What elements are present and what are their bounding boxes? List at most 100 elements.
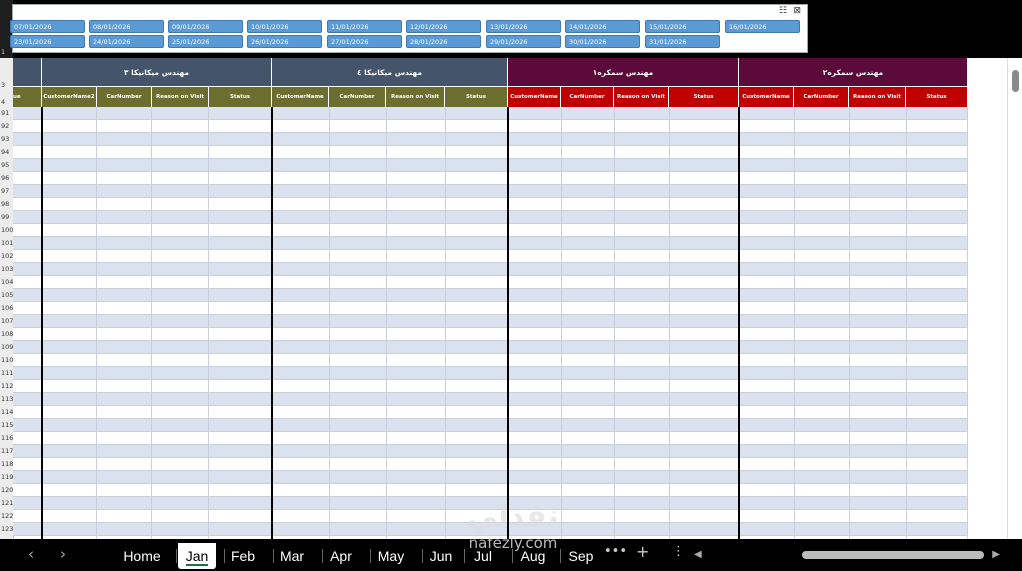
table-row[interactable] bbox=[13, 471, 968, 484]
date-filter-button[interactable]: 15/01/2026 bbox=[645, 20, 720, 33]
date-filter-button[interactable]: 26/01/2026 bbox=[247, 35, 322, 48]
table-row[interactable] bbox=[13, 159, 968, 172]
column-header[interactable]: CustomerName2 bbox=[42, 86, 97, 107]
grid-line bbox=[669, 107, 670, 539]
sheet-tab-home[interactable]: Home bbox=[116, 543, 168, 569]
table-row[interactable] bbox=[13, 458, 968, 471]
column-header[interactable]: Reason on Visit bbox=[849, 86, 906, 107]
date-filter-button[interactable]: 16/01/2026 bbox=[725, 20, 800, 33]
table-row[interactable] bbox=[13, 393, 968, 406]
table-row[interactable] bbox=[13, 120, 968, 133]
sheet-tab-aug[interactable]: Aug bbox=[514, 543, 552, 569]
table-row[interactable] bbox=[13, 107, 968, 120]
table-row[interactable] bbox=[13, 146, 968, 159]
date-filter-button[interactable]: 29/01/2026 bbox=[486, 35, 561, 48]
vertical-scrollbar[interactable] bbox=[1007, 58, 1022, 539]
table-row[interactable] bbox=[13, 380, 968, 393]
scroll-right-icon[interactable]: ▶ bbox=[992, 549, 1000, 560]
date-filter-button[interactable]: 23/01/2026 bbox=[10, 35, 85, 48]
scroll-thumb[interactable] bbox=[1012, 70, 1019, 92]
date-filter-button[interactable]: 10/01/2026 bbox=[247, 20, 322, 33]
column-header[interactable]: Reason on Visit bbox=[614, 86, 669, 107]
table-row[interactable] bbox=[13, 172, 968, 185]
grid-line bbox=[794, 107, 795, 539]
date-slicer[interactable]: ☷ ⊠ 07/01/2026 08/01/2026 09/01/2026 10/01/… bbox=[10, 4, 808, 53]
table-row[interactable] bbox=[13, 328, 968, 341]
table-row[interactable] bbox=[13, 354, 968, 367]
column-header[interactable]: Status bbox=[445, 86, 508, 107]
table-row[interactable] bbox=[13, 484, 968, 497]
date-filter-button[interactable]: 12/01/2026 bbox=[406, 20, 481, 33]
date-filter-button[interactable]: 30/01/2026 bbox=[565, 35, 640, 48]
column-header[interactable]: Status bbox=[906, 86, 968, 107]
horizontal-scrollbar[interactable]: ◀ ▶ bbox=[694, 547, 1000, 563]
chevron-right-icon[interactable]: › bbox=[54, 545, 72, 563]
sheet-tab-label: Jul bbox=[474, 548, 492, 564]
sheet-tab-may[interactable]: May bbox=[372, 543, 410, 569]
date-filter-button[interactable]: 13/01/2026 bbox=[486, 20, 561, 33]
table-row[interactable] bbox=[13, 185, 968, 198]
column-header[interactable]: Status bbox=[669, 86, 739, 107]
date-filter-button[interactable]: 14/01/2026 bbox=[565, 20, 640, 33]
date-filter-button[interactable]: 08/01/2026 bbox=[89, 20, 164, 33]
table-row[interactable] bbox=[13, 341, 968, 354]
date-filter-button[interactable]: 31/01/2026 bbox=[645, 35, 720, 48]
table-row[interactable] bbox=[13, 510, 968, 523]
add-sheet-icon[interactable]: + bbox=[636, 542, 649, 561]
sheet-tab-feb[interactable]: Feb bbox=[226, 543, 260, 569]
sheet-tab-mar[interactable]: Mar bbox=[275, 543, 309, 569]
table-row[interactable] bbox=[13, 237, 968, 250]
scroll-left-icon[interactable]: ◀ bbox=[694, 549, 702, 560]
table-row[interactable] bbox=[13, 250, 968, 263]
column-header[interactable]: CustomerName bbox=[739, 86, 794, 107]
multi-select-icon[interactable]: ☷ bbox=[779, 6, 787, 16]
chevron-left-icon[interactable]: ‹ bbox=[22, 545, 40, 563]
table-row[interactable] bbox=[13, 289, 968, 302]
clear-filter-icon[interactable]: ⊠ bbox=[793, 6, 801, 16]
sheet-tab-jun[interactable]: Jun bbox=[424, 543, 458, 569]
more-sheets-icon[interactable]: ••• bbox=[604, 544, 627, 559]
table-row[interactable] bbox=[13, 263, 968, 276]
table-row[interactable] bbox=[13, 302, 968, 315]
table-row[interactable] bbox=[13, 224, 968, 237]
table-row[interactable] bbox=[13, 315, 968, 328]
table-row[interactable] bbox=[13, 211, 968, 224]
column-header[interactable]: Reason on Visit bbox=[386, 86, 445, 107]
date-filter-button[interactable]: 27/01/2026 bbox=[327, 35, 402, 48]
date-filter-button[interactable]: 28/01/2026 bbox=[406, 35, 481, 48]
row-number: 91 bbox=[1, 109, 10, 117]
column-header[interactable]: CustomerName bbox=[272, 86, 329, 107]
column-header[interactable]: CarNumber bbox=[794, 86, 849, 107]
date-filter-button[interactable]: 09/01/2026 bbox=[168, 20, 243, 33]
sheet-menu-icon[interactable]: ⋮ bbox=[672, 544, 685, 559]
table-row[interactable] bbox=[13, 523, 968, 536]
table-row[interactable] bbox=[13, 276, 968, 289]
sheet-tab-jul[interactable]: Jul bbox=[466, 543, 500, 569]
date-filter-button[interactable]: 07/01/2026 bbox=[10, 20, 85, 33]
column-header[interactable]: Status bbox=[209, 86, 272, 107]
worksheet[interactable]: 3 4 91 92 93 94 95 96 97 98 99 100 101 102 103 104 105… bbox=[0, 58, 1022, 539]
date-filter-button[interactable]: 11/01/2026 bbox=[327, 20, 402, 33]
data-grid[interactable] bbox=[13, 107, 968, 539]
column-header[interactable]: CarNumber bbox=[97, 86, 152, 107]
table-row[interactable] bbox=[13, 445, 968, 458]
column-header[interactable]: CarNumber bbox=[561, 86, 614, 107]
table-row[interactable] bbox=[13, 406, 968, 419]
sheet-tab-label: Home bbox=[123, 548, 161, 564]
sheet-tab-jan[interactable]: Jan bbox=[178, 543, 216, 569]
table-row[interactable] bbox=[13, 133, 968, 146]
table-row[interactable] bbox=[13, 419, 968, 432]
date-filter-button[interactable]: 25/01/2026 bbox=[168, 35, 243, 48]
column-header[interactable]: Reason on Visit bbox=[152, 86, 209, 107]
sheet-tab-label: Jan bbox=[185, 548, 209, 564]
sheet-tab-apr[interactable]: Apr bbox=[324, 543, 358, 569]
column-header[interactable]: CustomerName bbox=[508, 86, 561, 107]
date-filter-button[interactable]: 24/01/2026 bbox=[89, 35, 164, 48]
column-header[interactable]: CarNumber bbox=[329, 86, 386, 107]
scroll-thumb[interactable] bbox=[802, 551, 984, 559]
table-row[interactable] bbox=[13, 367, 968, 380]
sheet-tab-sep[interactable]: Sep bbox=[562, 543, 600, 569]
table-row[interactable] bbox=[13, 198, 968, 211]
table-row[interactable] bbox=[13, 432, 968, 445]
table-row[interactable] bbox=[13, 497, 968, 510]
